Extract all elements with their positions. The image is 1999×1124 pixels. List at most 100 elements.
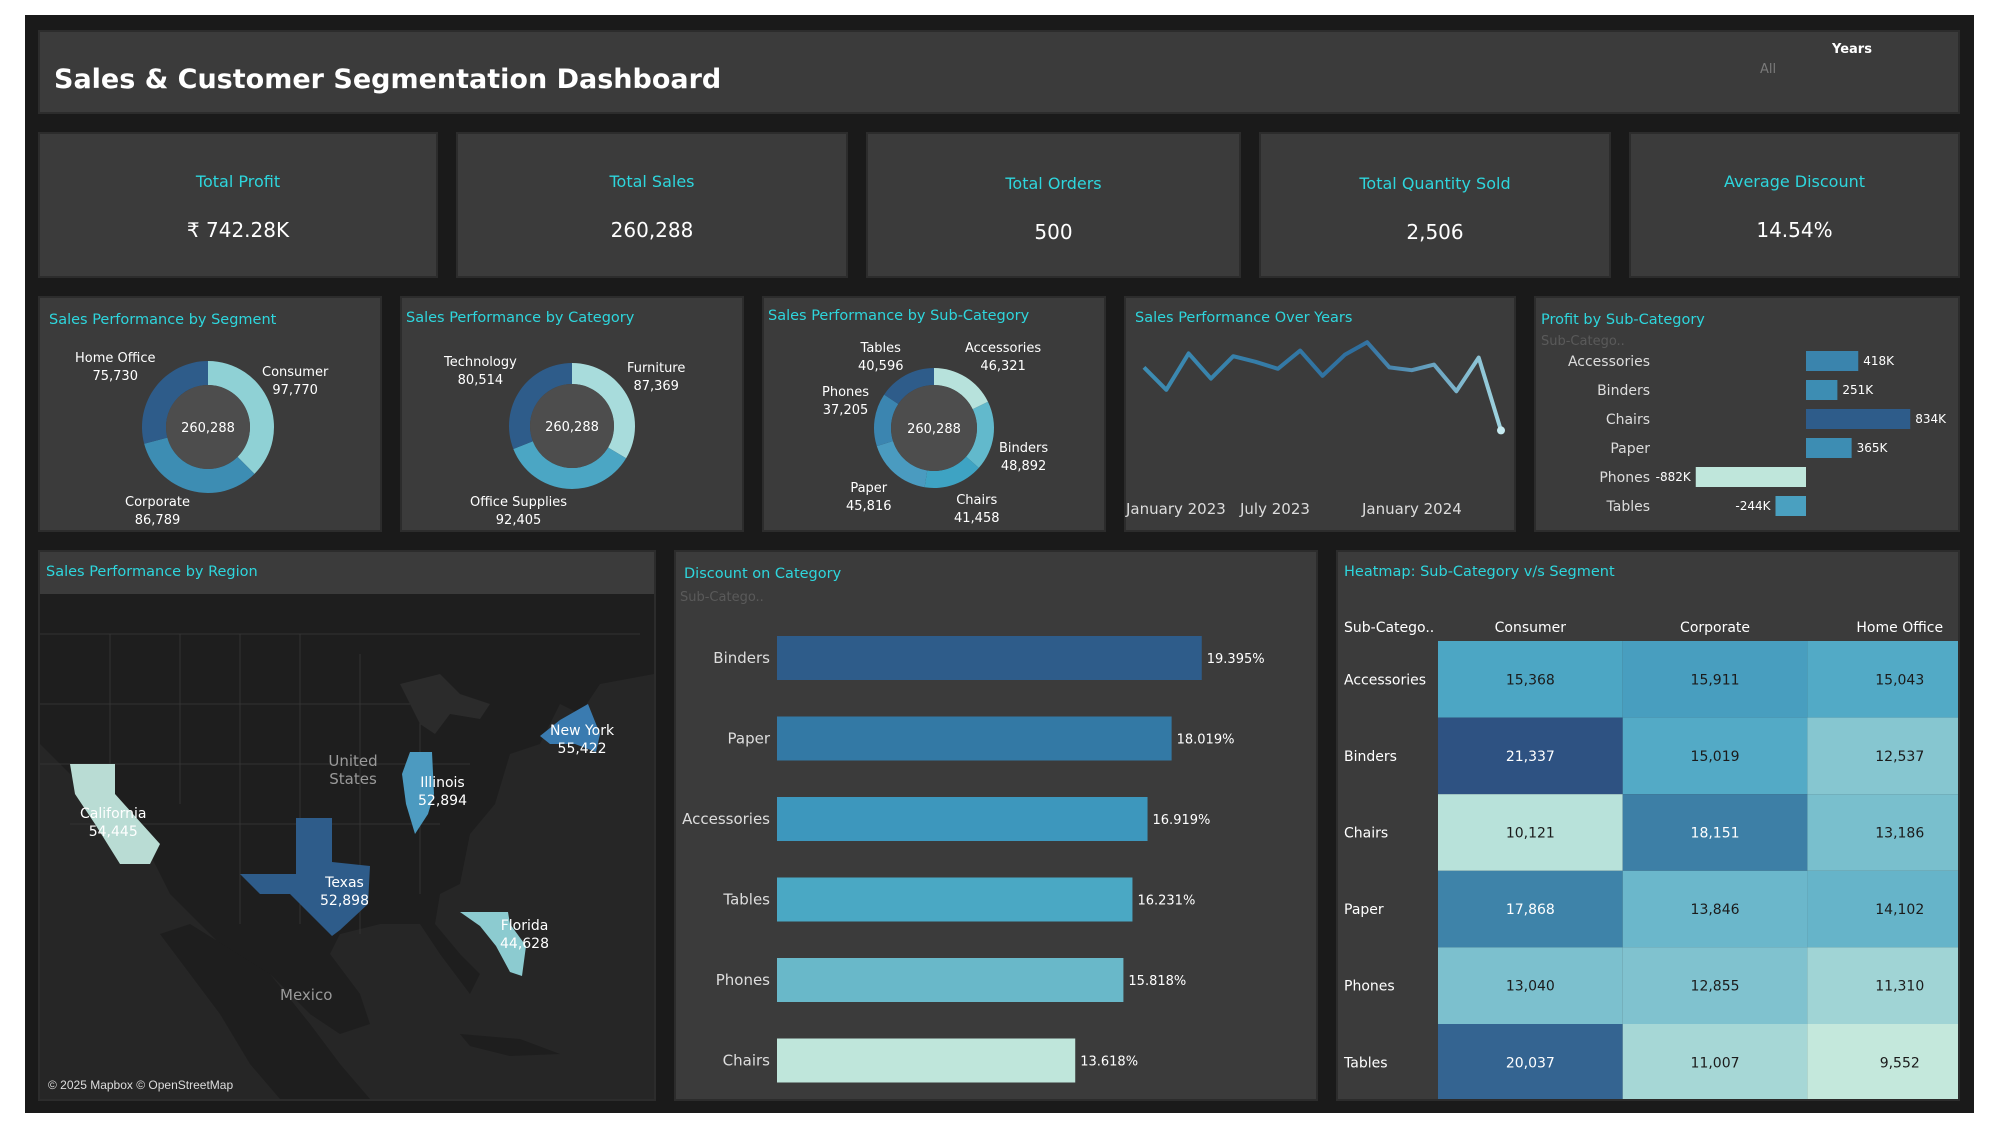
heatmap-cell-value: 21,337 bbox=[1506, 749, 1555, 765]
slice-label-office-supplies: Office Supplies 92,405 bbox=[470, 495, 568, 528]
discount-row-label: Binders bbox=[713, 649, 770, 667]
x-tick-label: July 2023 bbox=[1240, 500, 1310, 518]
discount-bar-value: 18.019% bbox=[1177, 733, 1235, 748]
discount-bar-phones[interactable] bbox=[777, 958, 1124, 1002]
discount-bar-binders[interactable] bbox=[777, 636, 1202, 680]
dashboard-frame: Sales & Customer Segmentation Dashboard … bbox=[25, 15, 1974, 1113]
heatmap-row-header: Chairs bbox=[1344, 826, 1388, 842]
slice-label-tables: Tables 40,596 bbox=[858, 341, 904, 374]
kpi-average-discount: Average Discount 14.54% bbox=[1629, 132, 1960, 278]
profit-bar-chairs[interactable] bbox=[1806, 409, 1911, 429]
slice-label-accessories: Accessories 46,321 bbox=[965, 341, 1042, 374]
heatmap-cell-value: 14,102 bbox=[1875, 902, 1924, 918]
last-point-marker[interactable] bbox=[1497, 426, 1505, 435]
kpi-value: 14.54% bbox=[1756, 218, 1833, 242]
heatmap-corner-header: Sub-Catego.. bbox=[1344, 620, 1434, 636]
profit-bar-value: -244K bbox=[1735, 499, 1771, 513]
map-label-mexico: Mexico bbox=[280, 986, 333, 1004]
kpi-label: Total Quantity Sold bbox=[1359, 174, 1511, 193]
discount-row-label: Paper bbox=[728, 730, 771, 748]
heatmap-cell-value: 17,868 bbox=[1506, 902, 1555, 918]
segment-panel: Sales Performance by Segment 260,288 Con… bbox=[38, 296, 382, 532]
profit-bar-paper[interactable] bbox=[1806, 438, 1852, 458]
heatmap-cell-value: 13,040 bbox=[1506, 979, 1555, 995]
heatmap-row-header: Binders bbox=[1344, 749, 1397, 765]
years-filter-label: Years bbox=[1832, 42, 1872, 57]
kpi-total-orders: Total Orders 500 bbox=[866, 132, 1241, 278]
profit-bar-value: 418K bbox=[1863, 354, 1895, 368]
subcategory-donut-chart: 260,288 bbox=[874, 368, 994, 488]
map-attribution: © 2025 Mapbox © OpenStreetMap bbox=[48, 1078, 234, 1092]
profit-bar-accessories[interactable] bbox=[1806, 351, 1859, 371]
category-center-total: 260,288 bbox=[545, 420, 599, 435]
heatmap-row-header: Tables bbox=[1343, 1055, 1388, 1071]
profit-bar-value: 834K bbox=[1915, 412, 1947, 426]
heatmap-cell-value: 15,911 bbox=[1691, 672, 1740, 688]
heatmap-cell-value: 11,007 bbox=[1691, 1055, 1740, 1071]
x-tick-label: January 2024 bbox=[1362, 500, 1462, 518]
map-label-new-york: New York 55,422 bbox=[550, 723, 615, 757]
slice-label-phones: Phones 37,205 bbox=[822, 385, 870, 418]
profit-panel: Profit by Sub-Category Sub-Catego.. Acce… bbox=[1534, 296, 1960, 532]
map-label-illinois: Illinois 52,894 bbox=[418, 775, 467, 809]
kpi-label: Average Discount bbox=[1723, 172, 1866, 191]
slice-label-paper: Paper 45,816 bbox=[846, 481, 892, 514]
category-panel: Sales Performance by Category 260,288 Fu… bbox=[400, 296, 744, 532]
discount-row-label: Phones bbox=[716, 971, 770, 989]
kpi-value: 2,506 bbox=[1406, 220, 1464, 244]
region-panel: Sales Performance by Region United State… bbox=[38, 550, 656, 1101]
years-filter-dropdown[interactable]: All bbox=[1760, 62, 1960, 77]
kpi-label: Total Profit bbox=[195, 172, 281, 191]
heatmap-cell-value: 13,846 bbox=[1691, 902, 1740, 918]
map-label-california: California 54,445 bbox=[80, 806, 147, 840]
heatmap-cell-value: 11,310 bbox=[1875, 979, 1924, 995]
profit-row-label: Phones bbox=[1599, 470, 1650, 486]
profit-bar-chart: Accessories 418K Binders 251K Chairs 834K Pape… bbox=[1568, 351, 1947, 516]
kpi-label: Total Orders bbox=[1005, 174, 1102, 193]
heatmap-cell-value: 12,855 bbox=[1691, 979, 1740, 995]
heatmap-chart: Sub-Catego.. Consumer Corporate Home Office… bbox=[1343, 620, 1958, 1099]
subcategory-center-total: 260,288 bbox=[907, 422, 961, 437]
heatmap-row-header: Phones bbox=[1344, 979, 1395, 995]
map-label-texas: Texas 52,898 bbox=[320, 875, 369, 909]
header-panel: Sales & Customer Segmentation Dashboard … bbox=[38, 30, 1960, 114]
heatmap-cell-value: 18,151 bbox=[1691, 826, 1740, 842]
discount-bar-value: 16.231% bbox=[1137, 894, 1195, 909]
heatmap-panel: Heatmap: Sub-Category v/s Segment Sub-Ca… bbox=[1336, 550, 1960, 1101]
profit-bar-phones[interactable] bbox=[1695, 467, 1806, 487]
segment-center-total: 260,288 bbox=[181, 421, 235, 436]
slice-label-binders: Binders 48,892 bbox=[999, 441, 1049, 474]
profit-bar-value: 365K bbox=[1857, 441, 1889, 455]
region-map[interactable] bbox=[40, 594, 654, 1099]
slice-label-home-office: Home Office 75,730 bbox=[75, 351, 156, 384]
sales-over-years-line-chart bbox=[1142, 340, 1505, 435]
slice-label-technology: Technology 80,514 bbox=[444, 355, 517, 388]
kpi-value: 500 bbox=[1034, 220, 1073, 244]
heatmap-cell-value: 10,121 bbox=[1506, 826, 1555, 842]
kpi-total-quantity: Total Quantity Sold 2,506 bbox=[1259, 132, 1611, 278]
discount-bar-value: 15.818% bbox=[1128, 974, 1186, 989]
discount-bar-value: 16.919% bbox=[1153, 813, 1211, 828]
profit-row-label: Tables bbox=[1606, 499, 1651, 515]
discount-bar-paper[interactable] bbox=[777, 716, 1172, 761]
discount-bar-chairs[interactable] bbox=[777, 1038, 1076, 1083]
discount-bar-accessories[interactable] bbox=[777, 797, 1148, 841]
profit-bar-value: 251K bbox=[1842, 383, 1874, 397]
discount-panel: Discount on Category Sub-Catego.. Binder… bbox=[674, 550, 1318, 1101]
sales-line[interactable] bbox=[1142, 340, 1503, 431]
category-donut-chart: 260,288 bbox=[509, 363, 635, 489]
discount-bar-tables[interactable] bbox=[777, 877, 1133, 922]
page-title: Sales & Customer Segmentation Dashboard bbox=[54, 64, 722, 95]
slice-label-chairs: Chairs 41,458 bbox=[954, 493, 1000, 526]
profit-bar-tables[interactable] bbox=[1775, 496, 1807, 516]
map-label-florida: Florida 44,628 bbox=[500, 918, 549, 952]
kpi-total-profit: Total Profit ₹ 742.28K bbox=[38, 132, 438, 278]
map-label-country: United States bbox=[328, 752, 378, 788]
slice-label-furniture: Furniture 87,369 bbox=[627, 361, 686, 394]
profit-row-label: Binders bbox=[1597, 383, 1650, 399]
heatmap-cell-value: 12,537 bbox=[1875, 749, 1924, 765]
profit-row-label: Chairs bbox=[1606, 412, 1650, 428]
subcategory-panel: Sales Performance by Sub-Category 260,28… bbox=[762, 296, 1106, 532]
profit-bar-binders[interactable] bbox=[1806, 380, 1838, 400]
discount-row-label: Tables bbox=[722, 891, 770, 909]
